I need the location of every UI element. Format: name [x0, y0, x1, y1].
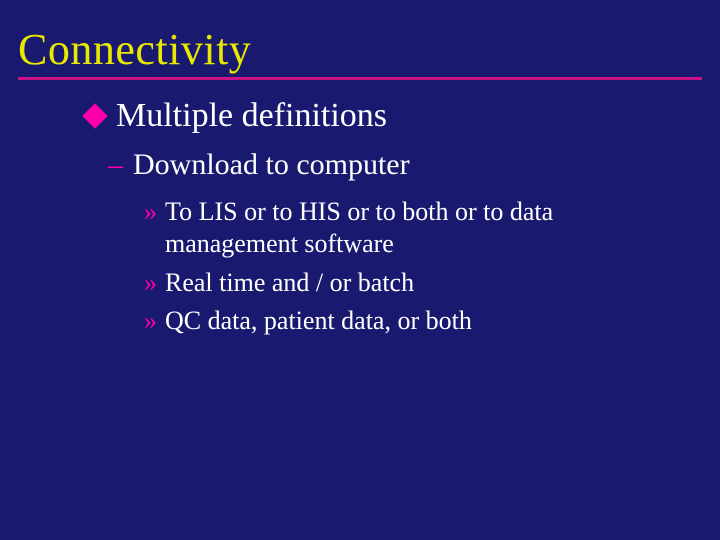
title-underline: Connectivity [18, 24, 702, 80]
bullet-level2-text: Download to computer [133, 148, 410, 182]
list-item: » Real time and / or batch [144, 267, 646, 300]
bullet-level3-text: Real time and / or batch [165, 267, 414, 300]
list-item: » QC data, patient data, or both [144, 305, 646, 338]
slide-body: Multiple definitions – Download to compu… [0, 80, 720, 338]
chevron-icon: » [144, 269, 157, 298]
bullet-level3-list: » To LIS or to HIS or to both or to data… [86, 196, 646, 338]
bullet-level1-text: Multiple definitions [116, 98, 387, 134]
chevron-icon: » [144, 307, 157, 336]
bullet-level3-text: QC data, patient data, or both [165, 305, 472, 338]
bullet-level1: Multiple definitions [86, 98, 720, 134]
chevron-icon: » [144, 198, 157, 227]
bullet-level3-text: To LIS or to HIS or to both or to data m… [165, 196, 646, 261]
slide-title: Connectivity [18, 24, 702, 75]
dash-icon: – [108, 150, 123, 180]
list-item: » To LIS or to HIS or to both or to data… [144, 196, 646, 261]
diamond-icon [82, 103, 107, 128]
bullet-level2: – Download to computer [86, 148, 720, 182]
